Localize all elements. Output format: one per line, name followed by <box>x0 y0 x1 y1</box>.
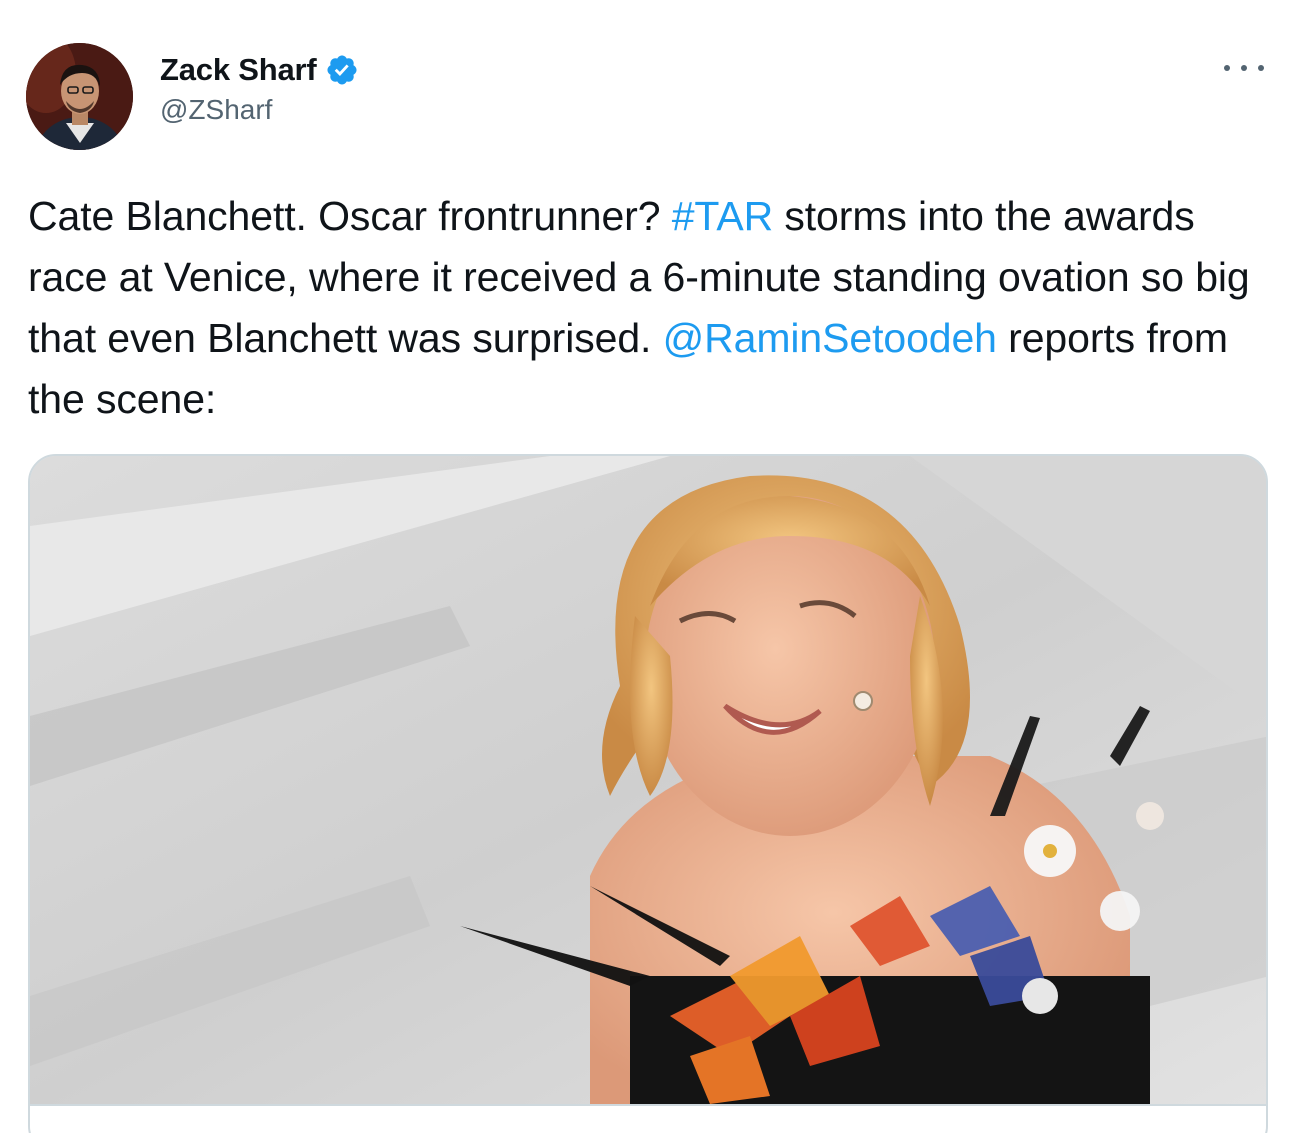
verified-badge-icon <box>325 53 359 87</box>
more-horizontal-icon <box>1224 65 1230 71</box>
mention-link[interactable]: @RaminSetoodeh <box>663 315 997 361</box>
link-preview-card[interactable] <box>28 454 1268 1133</box>
preview-image <box>30 456 1266 1104</box>
hashtag-link[interactable]: #TAR <box>672 193 773 239</box>
display-name[interactable]: Zack Sharf <box>160 52 317 88</box>
handle[interactable]: @ZSharf <box>160 94 359 126</box>
name-row: Zack Sharf <box>160 52 359 88</box>
tweet-text: Cate Blanchett. Oscar frontrunner? #TAR … <box>28 186 1278 430</box>
tweet-text-part: Cate Blanchett. Oscar frontrunner? <box>28 193 672 239</box>
avatar-image <box>26 43 133 150</box>
link-preview-footer <box>30 1104 1266 1133</box>
avatar[interactable] <box>26 43 133 150</box>
author-info: Zack Sharf @ZSharf <box>160 52 359 126</box>
more-horizontal-icon <box>1258 65 1264 71</box>
more-options-button[interactable] <box>1224 56 1264 80</box>
tweet: Zack Sharf @ZSharf Cate Blanchett. Oscar… <box>0 0 1300 1133</box>
more-horizontal-icon <box>1241 65 1247 71</box>
